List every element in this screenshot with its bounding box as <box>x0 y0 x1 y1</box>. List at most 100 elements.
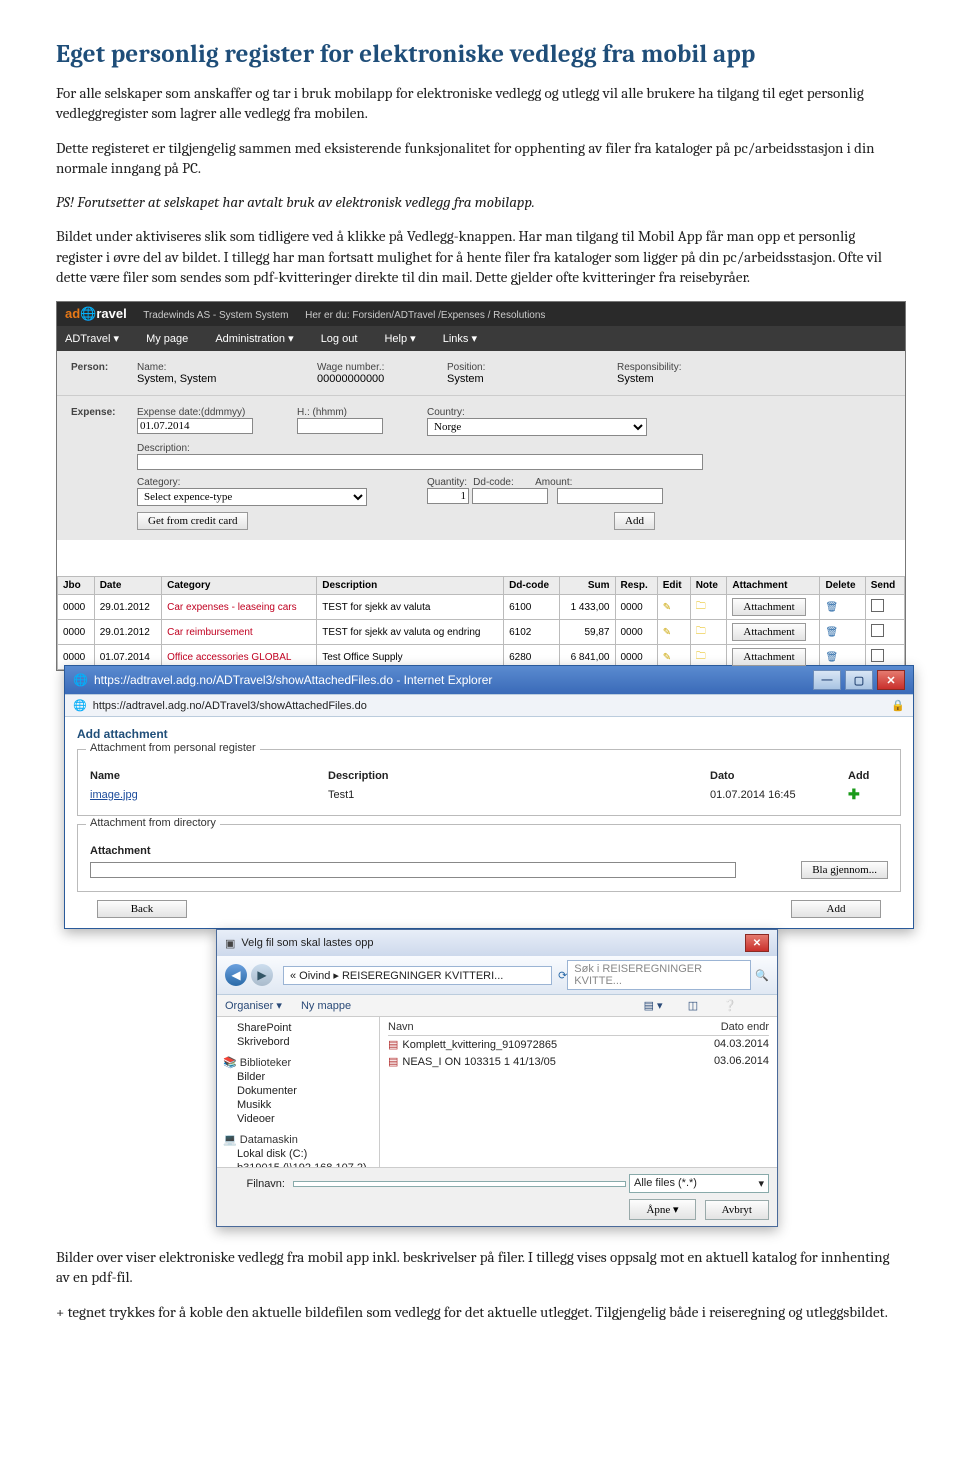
nav-forward-icon[interactable]: ▶ <box>251 964 273 986</box>
file-desc: Test1 <box>324 784 706 805</box>
add-button[interactable]: Add <box>791 900 881 918</box>
cancel-button[interactable]: Avbryt <box>705 1200 769 1220</box>
trash-icon[interactable]: 🗑 <box>825 627 838 638</box>
sidebar-item[interactable]: Bilder <box>223 1070 373 1084</box>
attachment-button[interactable]: Attachment <box>732 598 805 616</box>
th-note: Note <box>690 577 727 595</box>
nav-adtravel[interactable]: ADTravel ▾ <box>65 332 119 345</box>
nav-admin[interactable]: Administration ▾ <box>215 332 293 345</box>
organize-menu[interactable]: Organiser ▾ <box>225 1000 282 1012</box>
pencil-icon[interactable]: ✎ <box>663 652 671 663</box>
minimize-button[interactable]: — <box>813 670 841 690</box>
preview-icon[interactable]: ◫ <box>688 1000 698 1012</box>
col-name[interactable]: Navn <box>388 1021 721 1033</box>
paragraph-6: + tegnet trykkes for å koble den aktuell… <box>56 1302 904 1322</box>
nav-mypage[interactable]: My page <box>146 333 188 345</box>
th-description: Description <box>317 577 504 595</box>
th-add: Add <box>844 768 892 784</box>
filename-input[interactable] <box>293 1181 626 1187</box>
send-checkbox[interactable] <box>871 649 884 662</box>
add-expense-button[interactable]: Add <box>614 512 655 530</box>
cat-link[interactable]: Car reimbursement <box>162 620 317 645</box>
getcredit-button[interactable]: Get from credit card <box>137 512 248 530</box>
close-button[interactable]: ✕ <box>877 670 905 690</box>
search-input[interactable]: Søk i REISEREGNINGER KVITTE... <box>567 960 751 990</box>
th-attachment2: Attachment <box>86 843 790 859</box>
th-name: Name <box>86 768 324 784</box>
sidebar-category[interactable]: 📚 Biblioteker <box>223 1055 373 1070</box>
main-nav: ADTravel ▾ My page Administration ▾ Log … <box>57 326 905 351</box>
file-date: 01.07.2014 16:45 <box>706 784 844 805</box>
ddcode-input[interactable] <box>472 488 548 504</box>
nav-back-icon[interactable]: ◀ <box>225 964 247 986</box>
nav-logout[interactable]: Log out <box>321 333 358 345</box>
ie-popup: 🌐 https://adtravel.adg.no/ADTravel3/show… <box>64 665 914 929</box>
th-send: Send <box>865 577 904 595</box>
fp-close-button[interactable]: ✕ <box>745 934 769 952</box>
send-checkbox[interactable] <box>871 599 884 612</box>
attachment-button[interactable]: Attachment <box>732 623 805 641</box>
trash-icon[interactable]: 🗑 <box>825 602 838 613</box>
sidebar-item[interactable]: Videoer <box>223 1112 373 1126</box>
back-button[interactable]: Back <box>97 900 187 918</box>
open-button[interactable]: Åpne ▾ <box>629 1199 695 1220</box>
note-icon[interactable]: 🗀 <box>696 651 706 662</box>
search-icon[interactable]: 🔍 <box>755 969 769 982</box>
breadcrumb[interactable]: « Oivind ▸ REISEREGNINGER KVITTERI... <box>283 966 552 985</box>
h-input[interactable] <box>297 418 383 434</box>
country-select[interactable]: Norge <box>427 418 647 436</box>
pencil-icon[interactable]: ✎ <box>663 602 671 613</box>
file-link[interactable]: image.jpg <box>86 784 324 805</box>
responsibility-label: Responsibility: <box>617 362 681 373</box>
browse-button[interactable]: Bla gjennom... <box>801 861 888 879</box>
note-icon[interactable]: 🗀 <box>696 601 706 612</box>
sidebar-item[interactable]: b319015 (\\192.168.107.2) (H:) <box>223 1161 373 1167</box>
file-row[interactable]: ▤Komplett_kvittering_910972865 04.03.201… <box>388 1036 769 1053</box>
plus-icon[interactable]: ✚ <box>848 786 860 802</box>
help-icon[interactable]: ❔ <box>723 1000 737 1012</box>
expdate-input[interactable] <box>137 418 253 434</box>
view-icon[interactable]: ▤ ▾ <box>644 1000 663 1012</box>
nav-links[interactable]: Links ▾ <box>443 332 477 345</box>
sidebar-item[interactable]: SharePoint <box>223 1021 373 1035</box>
nav-help[interactable]: Help ▾ <box>384 332 415 345</box>
filepath-input[interactable] <box>90 862 736 878</box>
ie-icon: 🌐 <box>73 699 87 712</box>
th-resp: Resp. <box>615 577 657 595</box>
send-checkbox[interactable] <box>871 624 884 637</box>
category-select[interactable]: Select expence-type <box>137 488 367 506</box>
amount-label: Amount: <box>535 477 572 488</box>
trash-icon[interactable]: 🗑 <box>825 652 838 663</box>
maximize-button[interactable]: ▢ <box>845 670 873 690</box>
col-date[interactable]: Dato endr <box>721 1021 769 1033</box>
sidebar-item[interactable]: Dokumenter <box>223 1084 373 1098</box>
desc-input[interactable] <box>137 454 703 470</box>
attachment-button[interactable]: Attachment <box>732 648 805 666</box>
fieldset1-legend: Attachment from personal register <box>86 742 260 754</box>
cat-link[interactable]: Car expenses - leaseing cars <box>162 595 317 620</box>
qty-input[interactable] <box>427 488 469 504</box>
position-label: Position: <box>447 362 485 373</box>
sidebar-item[interactable]: Skrivebord <box>223 1035 373 1049</box>
paragraph-ps: PS! Forutsetter at selskapet har avtalt … <box>56 192 904 212</box>
sidebar-category[interactable]: 💻 Datamaskin <box>223 1132 373 1147</box>
file-row[interactable]: ▤NEAS_I ON 103315 1 41/13/05 03.06.2014 <box>388 1053 769 1070</box>
sidebar-item[interactable]: Lokal disk (C:) <box>223 1147 373 1161</box>
sidebar-item[interactable]: Musikk <box>223 1098 373 1112</box>
th-attachment: Attachment <box>727 577 820 595</box>
newfolder-button[interactable]: Ny mappe <box>301 1000 351 1012</box>
pencil-icon[interactable]: ✎ <box>663 627 671 638</box>
expdate-label: Expense date:(ddmmyy) <box>137 407 245 418</box>
amount-input[interactable] <box>557 488 663 504</box>
filetype-select[interactable]: Alle files (*.*) ▾ <box>629 1174 769 1193</box>
refresh-icon[interactable]: ⟳ <box>558 969 567 982</box>
th-jbo: Jbo <box>58 577 95 595</box>
ddcode-label: Dd-code: <box>473 477 514 488</box>
note-icon[interactable]: 🗀 <box>696 626 706 637</box>
pdf-icon: ▤ <box>388 1039 398 1051</box>
brand-logo: ad🌐ravel <box>65 306 127 321</box>
addressbar[interactable]: https://adtravel.adg.no/ADTravel3/showAt… <box>93 700 367 712</box>
paragraph-2: Dette registeret er tilgjengelig sammen … <box>56 138 904 179</box>
fieldset2-legend: Attachment from directory <box>86 817 220 829</box>
th-delete: Delete <box>820 577 865 595</box>
